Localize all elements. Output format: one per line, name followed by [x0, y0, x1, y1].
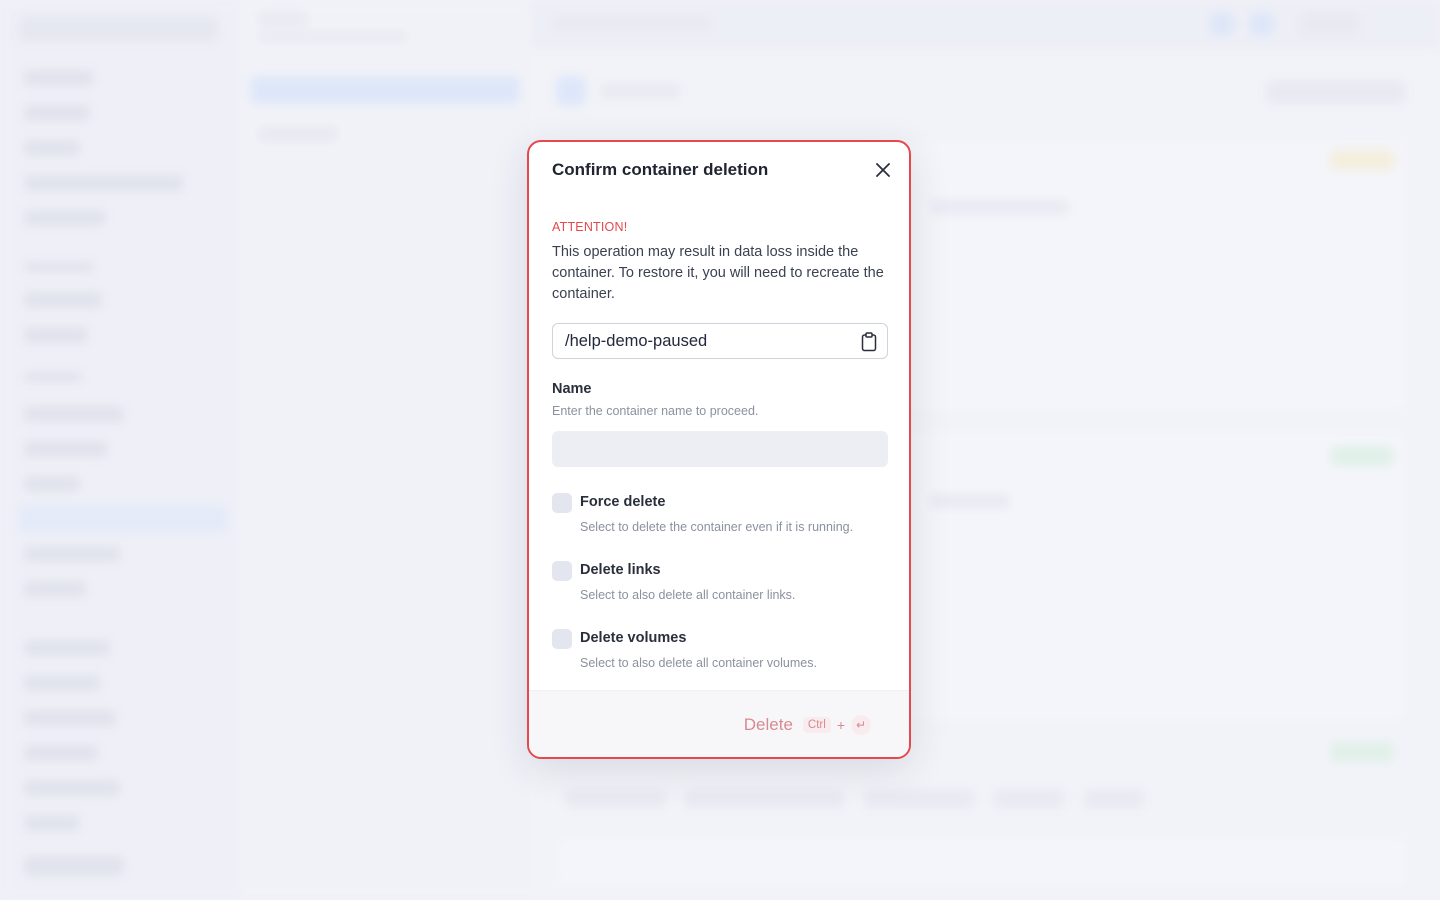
confirm-delete-dialog: Confirm container deletion ATTENTION! Th… — [527, 140, 911, 759]
name-field-description: Enter the container name to proceed. — [552, 404, 759, 418]
shortcut-plus: + — [836, 717, 845, 733]
ctrl-key-hint: Ctrl — [802, 717, 831, 733]
force-delete-description: Select to delete the container even if i… — [580, 520, 854, 534]
close-button[interactable] — [871, 158, 895, 182]
container-name-input[interactable] — [552, 431, 888, 467]
force-delete-checkbox[interactable] — [552, 493, 572, 513]
delete-volumes-checkbox[interactable] — [552, 629, 572, 649]
container-path-value[interactable]: /help-demo-paused — [553, 332, 707, 351]
delete-button[interactable]: Delete Ctrl + ↵ — [744, 709, 871, 741]
delete-links-description: Select to also delete all container link… — [580, 588, 796, 602]
copy-path-button[interactable] — [859, 331, 879, 353]
attention-label: ATTENTION! — [552, 220, 628, 234]
delete-volumes-label[interactable]: Delete volumes — [580, 630, 686, 646]
delete-volumes-description: Select to also delete all container volu… — [580, 656, 817, 670]
delete-links-label[interactable]: Delete links — [580, 562, 661, 578]
warning-text: This operation may result in data loss i… — [552, 244, 884, 302]
dialog-title: Confirm container deletion — [552, 160, 769, 179]
close-icon — [876, 163, 890, 177]
force-delete-label[interactable]: Force delete — [580, 494, 665, 510]
dialog-footer: Delete Ctrl + ↵ — [529, 690, 909, 757]
clipboard-icon — [861, 332, 877, 352]
name-field-label: Name — [552, 381, 592, 397]
delete-links-checkbox[interactable] — [552, 561, 572, 581]
container-path-field[interactable]: /help-demo-paused — [552, 323, 888, 359]
delete-button-label: Delete — [743, 715, 793, 734]
enter-key-icon: ↵ — [851, 715, 871, 735]
